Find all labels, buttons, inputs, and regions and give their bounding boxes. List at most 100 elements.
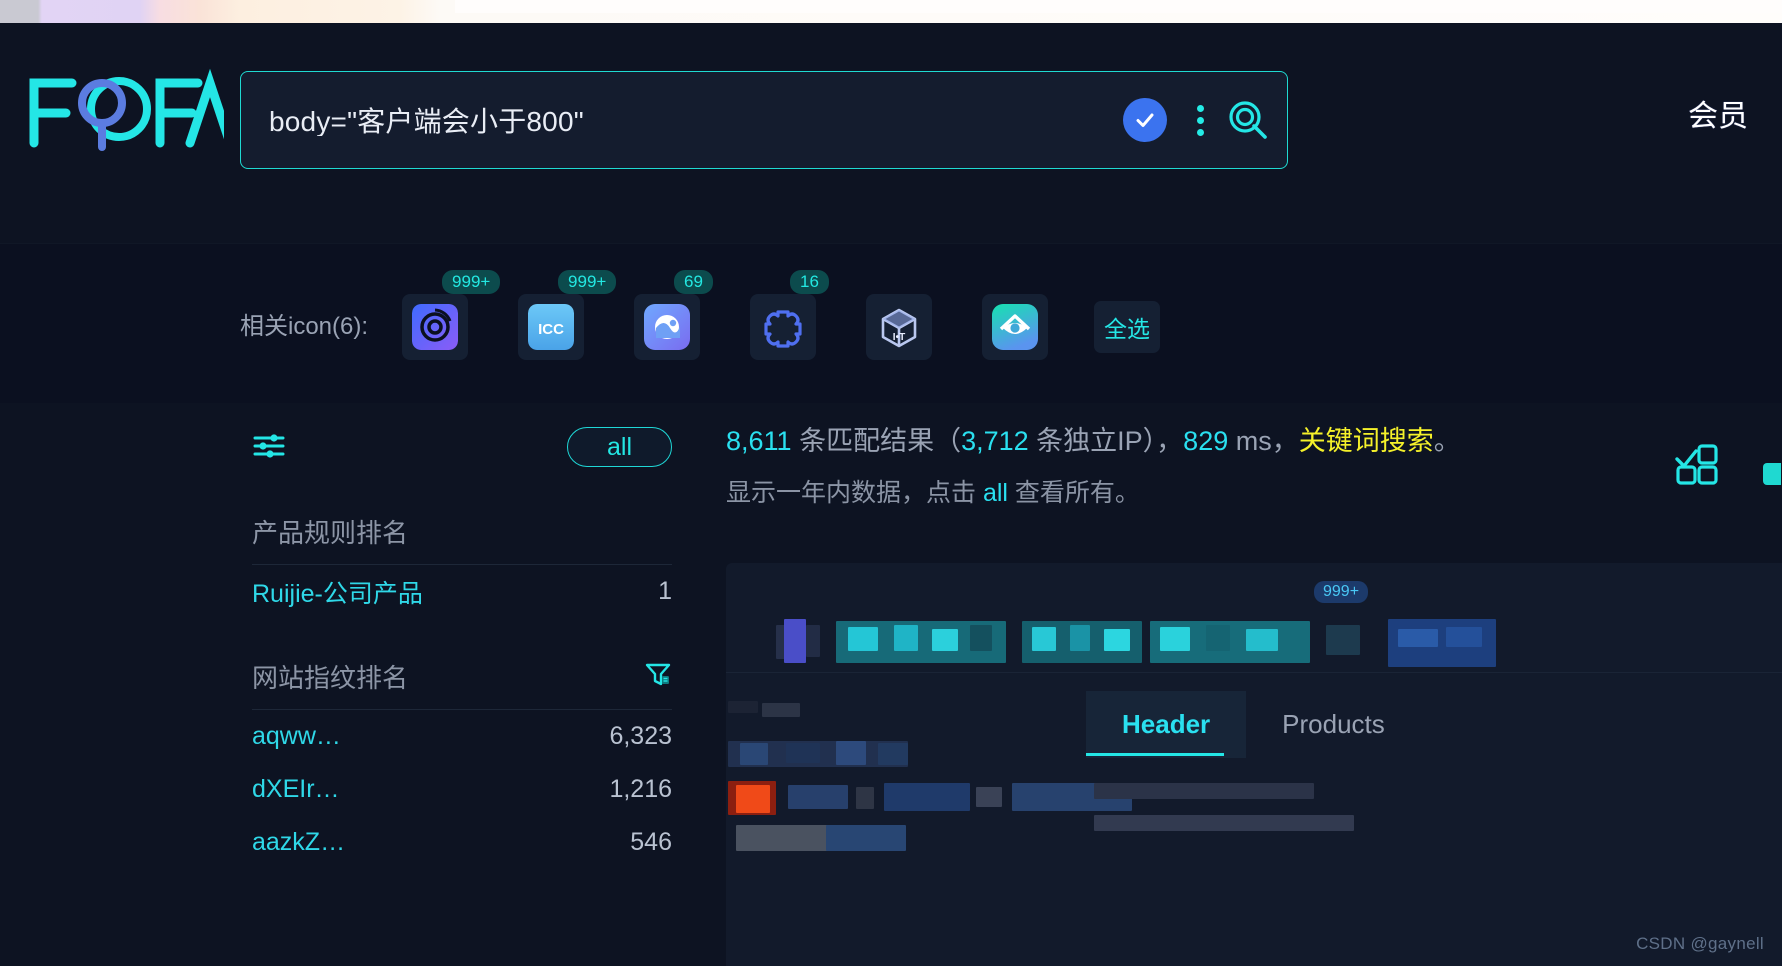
blurred-pixel [728, 701, 758, 713]
blurred-pixel [856, 787, 874, 809]
related-icon-item-0[interactable]: 999+ [402, 294, 468, 360]
results-elapsed: 829 [1183, 426, 1228, 456]
icon-badge: 999+ [558, 270, 616, 294]
iot-cube-icon: I•T [876, 304, 922, 350]
blurred-pixel [786, 743, 820, 763]
list-item[interactable]: aazkZ… 546 [252, 816, 672, 869]
rank-count: 1 [658, 577, 672, 606]
rank-name[interactable]: aqww… [252, 722, 341, 751]
results-count-line: 8,611 条匹配结果（3,712 条独立IP），829 ms，关键词搜索。 [726, 419, 1706, 463]
blurred-pixel [762, 703, 800, 717]
sliders-icon[interactable] [252, 431, 286, 464]
circle-swirl-icon [644, 304, 690, 350]
result-card-tabs: Header Products [1086, 691, 1421, 758]
all-link[interactable]: all [983, 479, 1008, 507]
section-title-text: 产品规则排名 [252, 513, 408, 550]
magnifier-icon[interactable] [1217, 89, 1279, 151]
related-icons-strip: 相关icon(6): 999+ 999+ [0, 243, 1782, 403]
blurred-pixel [806, 625, 820, 657]
blurred-pixel [1326, 625, 1360, 655]
svg-text:ICC: ICC [538, 321, 564, 338]
fofa-search-page: 会员 相关icon(6): 999+ [0, 0, 1782, 966]
results-unique-ip: 3,712 [961, 426, 1029, 456]
section-title: 产品规则排名 [252, 513, 672, 550]
list-item[interactable]: Ruijie-公司产品 1 [252, 565, 672, 618]
section-title: 网站指纹排名 [252, 658, 672, 695]
hint-suffix: 查看所有。 [1008, 479, 1140, 507]
related-icons-label: 相关icon(6): [240, 294, 368, 360]
search-bar[interactable] [240, 71, 1288, 169]
kebab-menu-icon[interactable] [1183, 98, 1217, 142]
related-icon-item-4[interactable]: I•T [866, 294, 932, 360]
rank-count: 1,216 [609, 775, 672, 804]
list-item[interactable]: aqww… 6,323 [252, 710, 672, 763]
related-icon-item-3[interactable]: 16 [750, 294, 816, 360]
spiral-ring-icon [412, 304, 458, 350]
page-header: 会员 [0, 23, 1782, 188]
sidebar-section-website-fingerprint: 网站指纹排名 aqww… 6,323 dXEIr… [252, 658, 672, 869]
member-link[interactable]: 会员 [1688, 91, 1748, 135]
blurred-pixel [970, 625, 992, 651]
rank-name[interactable]: dXEIr… [252, 775, 340, 804]
related-icons-row: 相关icon(6): 999+ 999+ [240, 294, 1160, 360]
blurred-pixel [736, 785, 770, 813]
top-strip-sheen [455, 0, 1782, 13]
tab-products[interactable]: Products [1246, 691, 1421, 758]
results-elapsed-unit: ms， [1228, 426, 1299, 456]
svg-text:I•T: I•T [893, 332, 905, 343]
all-filter-pill[interactable]: all [567, 427, 672, 467]
blurred-pixel [1206, 625, 1230, 651]
watermark: CSDN @gaynell [1636, 934, 1764, 954]
blurred-pixel [894, 625, 918, 651]
sidebar-section-product-rules: 产品规则排名 Ruijie-公司产品 1 [252, 513, 672, 618]
list-item[interactable]: dXEIr… 1,216 [252, 763, 672, 816]
blurred-pixel [1246, 629, 1278, 651]
related-icon-item-5[interactable] [982, 294, 1048, 360]
blurred-pixel [788, 785, 848, 809]
rank-count: 546 [630, 828, 672, 857]
active-tab-underline [1086, 753, 1224, 756]
section-title-text: 网站指纹排名 [252, 658, 408, 695]
grid-select-icon[interactable] [1674, 441, 1720, 488]
results-summary: 8,611 条匹配结果（3,712 条独立IP），829 ms，关键词搜索。 显… [726, 419, 1706, 515]
related-icon-item-1[interactable]: 999+ ICC [518, 294, 584, 360]
tab-header[interactable]: Header [1086, 691, 1246, 758]
search-input[interactable] [241, 104, 1123, 136]
icon-badge: 69 [674, 270, 713, 294]
results-total-unit: 条匹配结果（ [792, 426, 962, 456]
blurred-pixel [836, 741, 866, 765]
related-icon-item-2[interactable]: 69 [634, 294, 700, 360]
funnel-icon[interactable] [644, 661, 672, 692]
blurred-pixel [932, 629, 958, 651]
blurred-pixel [1032, 627, 1056, 651]
rank-name[interactable]: Ruijie-公司产品 [252, 574, 423, 610]
camera-eye-icon [992, 304, 1038, 350]
blurred-pixel [1094, 815, 1354, 831]
sidebar: all 产品规则排名 Ruijie-公司产品 1 网站指纹排名 [252, 421, 672, 869]
search-mode-badge: 关键词搜索 [1299, 426, 1434, 456]
results-hint-line: 显示一年内数据，点击 all 查看所有。 [726, 471, 1706, 515]
blurred-pixel [878, 743, 908, 765]
rank-count: 6,323 [609, 722, 672, 751]
blurred-pixel [1446, 627, 1482, 647]
result-card-body: Header Products [726, 673, 1782, 966]
results-total: 8,611 [726, 426, 792, 456]
fofa-logo-icon[interactable] [24, 67, 224, 153]
result-card: 999+ Header [726, 563, 1782, 966]
icc-square-icon: ICC [528, 304, 574, 350]
rank-name[interactable]: aazkZ… [252, 828, 345, 857]
panel-edge-handle[interactable] [1763, 463, 1781, 485]
icon-badge: 16 [790, 270, 829, 294]
result-card-header: 999+ [726, 563, 1782, 673]
hint-prefix: 显示一年内数据，点击 [726, 479, 983, 507]
check-icon[interactable] [1123, 98, 1167, 142]
decorative-top-strip [0, 0, 1782, 23]
result-card-badge: 999+ [1314, 581, 1368, 603]
blurred-pixel [1160, 627, 1190, 651]
line1-end: 。 [1434, 426, 1461, 456]
blurred-pixel [1094, 783, 1314, 799]
blurred-pixel [848, 627, 878, 651]
select-all-button[interactable]: 全选 [1094, 301, 1160, 353]
icon-badge: 999+ [442, 270, 500, 294]
blurred-pixel [1398, 629, 1438, 647]
